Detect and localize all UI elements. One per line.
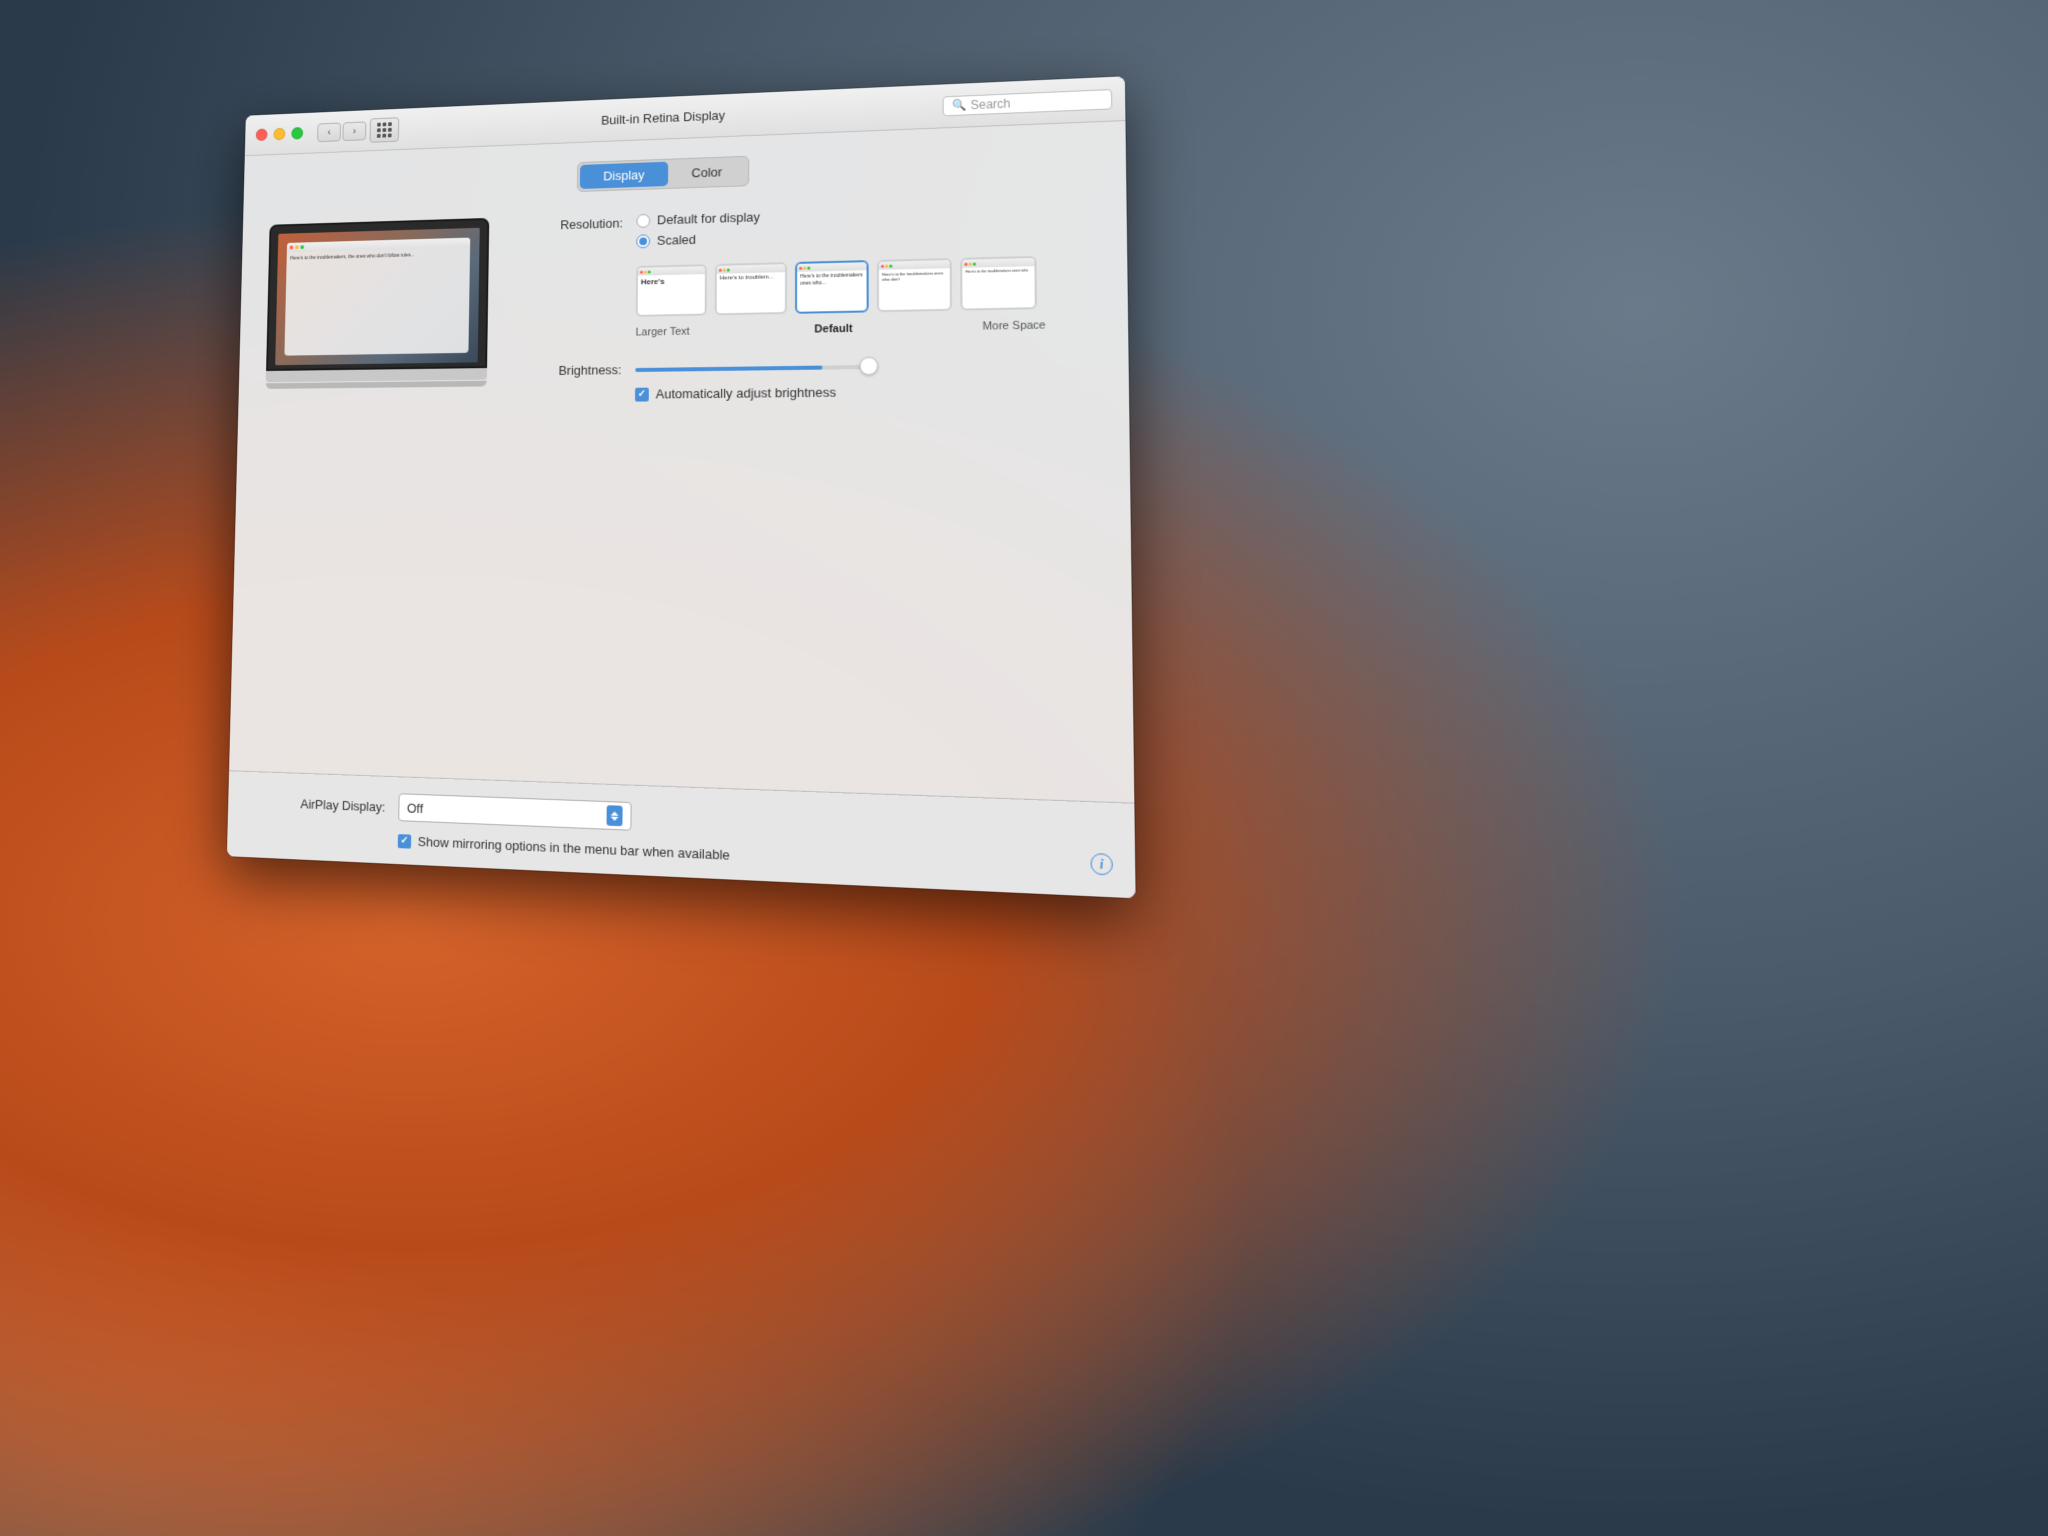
thumb-dot-red <box>640 270 643 273</box>
resolution-section: Resolution: Default for display Scaled <box>516 199 1096 341</box>
arrow-up-icon <box>611 811 619 815</box>
close-button[interactable] <box>256 129 268 141</box>
maximize-button[interactable] <box>291 127 303 140</box>
macbook-screen: Here's to the troublemakers, the ones wh… <box>275 228 480 365</box>
brightness-slider-thumb[interactable] <box>859 356 878 374</box>
brightness-slider-fill <box>635 365 822 371</box>
screen-dot-green <box>300 245 304 249</box>
screen-dot-red <box>290 246 294 250</box>
screen-window: Here's to the troublemakers, the ones wh… <box>284 238 470 356</box>
macbook-preview: Here's to the troublemakers, the ones wh… <box>266 218 490 389</box>
stepper-arrows[interactable] <box>607 805 623 826</box>
thumb-dot-green-5 <box>973 262 976 265</box>
macbook-base <box>266 381 487 389</box>
scale-option-more-space[interactable]: Here's to the troublemakers ones who <box>960 256 1037 311</box>
search-bar[interactable]: 🔍 Search <box>943 89 1113 116</box>
brightness-slider-container <box>635 364 877 371</box>
scale-thumbnail-medium1: Here's to troublem... <box>715 262 787 315</box>
grid-view-button[interactable] <box>370 117 400 143</box>
label-default-scale: Default <box>814 323 852 336</box>
airplay-dropdown-value: Off <box>407 800 423 816</box>
tab-display[interactable]: Display <box>580 162 668 189</box>
scale-thumbnail-default: Here's to the troublemakers ones who... <box>795 260 869 314</box>
auto-brightness-label: Automatically adjust brightness <box>656 385 836 402</box>
arrow-down-icon <box>611 816 619 820</box>
back-button[interactable]: ‹ <box>317 122 341 142</box>
radio-dot-fill <box>639 237 647 245</box>
scale-thumbnail-more-space: Here's to the troublemakers ones who <box>960 256 1037 311</box>
thumb-dot-red-3 <box>799 266 802 269</box>
tab-color[interactable]: Color <box>668 159 746 186</box>
window-title: Built-in Retina Display <box>601 108 725 128</box>
thumb-dot-red-2 <box>719 268 722 271</box>
airplay-dropdown[interactable]: Off <box>398 793 631 831</box>
info-button[interactable]: i <box>1090 853 1113 876</box>
scale-thumbnail-larger: Here's <box>636 264 707 317</box>
scale-thumbnail-medium2: Here's to the troublemakers ones who don… <box>877 258 952 312</box>
resolution-options: Default for display Scaled <box>636 201 1046 339</box>
scale-option-larger[interactable]: Here's <box>636 264 707 317</box>
thumb-dot-red-5 <box>964 262 967 265</box>
thumb-content-default: Here's to the troublemakers ones who... <box>797 270 866 289</box>
thumb-dot-yellow-5 <box>969 262 972 265</box>
thumb-dot-green <box>648 270 651 273</box>
label-more-space: More Space <box>982 319 1045 332</box>
brightness-label: Brightness: <box>515 362 621 378</box>
macbook-screen-outer: Here's to the troublemakers, the ones wh… <box>266 218 489 371</box>
resolution-label: Resolution: <box>517 216 623 234</box>
tab-bar: Display Color <box>270 143 1093 203</box>
scale-options: Here's <box>636 256 1046 317</box>
scale-labels: Larger Text Default More Space <box>636 319 1046 338</box>
thumb-dot-yellow <box>644 270 647 273</box>
thumb-dot-green-2 <box>727 268 730 271</box>
resolution-default-radio[interactable] <box>636 213 650 227</box>
thumb-content-medium2: Here's to the troublemakers ones who don… <box>879 268 950 284</box>
scale-option-medium1[interactable]: Here's to troublem... <box>715 262 787 315</box>
thumb-dot-red-4 <box>881 264 884 267</box>
brightness-section: Brightness: ✓ Automatically adjust brigh… <box>515 356 1096 403</box>
thumb-content-more-space: Here's to the troublemakers ones who <box>962 266 1034 276</box>
brightness-row: Brightness: <box>515 356 1096 379</box>
content-area: Display Color <box>238 121 1129 424</box>
main-layout: Here's to the troublemakers, the ones wh… <box>265 199 1096 405</box>
auto-brightness-checkbox[interactable]: ✓ <box>635 387 649 401</box>
thumb-content-larger: Here's <box>638 274 705 290</box>
thumb-dot-green-4 <box>889 264 892 267</box>
thumb-dot-yellow-3 <box>803 266 806 269</box>
airplay-label: AirPlay Display: <box>255 794 385 814</box>
traffic-lights <box>256 127 303 141</box>
settings-panel: Resolution: Default for display Scaled <box>515 199 1096 403</box>
resolution-scaled-label: Scaled <box>657 232 696 248</box>
preferences-window: ‹ › Built-in Retina Display 🔍 Search Dis… <box>227 76 1136 898</box>
forward-button[interactable]: › <box>342 121 366 141</box>
nav-buttons: ‹ › <box>317 121 366 142</box>
thumb-dot-yellow-2 <box>723 268 726 271</box>
thumb-dot-green-3 <box>807 266 810 269</box>
search-icon: 🔍 <box>952 98 966 112</box>
label-larger-text: Larger Text <box>636 326 690 339</box>
resolution-scaled-radio[interactable] <box>636 234 650 248</box>
minimize-button[interactable] <box>273 128 285 141</box>
screen-dot-yellow <box>295 245 299 249</box>
resolution-default-label: Default for display <box>657 209 760 227</box>
mirroring-checkbox[interactable]: ✓ <box>398 834 412 849</box>
grid-icon <box>377 122 392 138</box>
scale-option-medium2[interactable]: Here's to the troublemakers ones who don… <box>877 258 952 312</box>
auto-brightness-row: ✓ Automatically adjust brightness <box>515 382 1096 403</box>
thumb-dot-yellow-4 <box>885 264 888 267</box>
search-placeholder: Search <box>970 96 1010 112</box>
mirroring-label: Show mirroring options in the menu bar w… <box>418 834 730 863</box>
tab-group: Display Color <box>577 156 749 192</box>
brightness-slider-track[interactable] <box>635 364 877 371</box>
thumb-content-medium1: Here's to troublem... <box>717 272 785 285</box>
scale-option-default[interactable]: Here's to the troublemakers ones who... <box>795 260 869 314</box>
